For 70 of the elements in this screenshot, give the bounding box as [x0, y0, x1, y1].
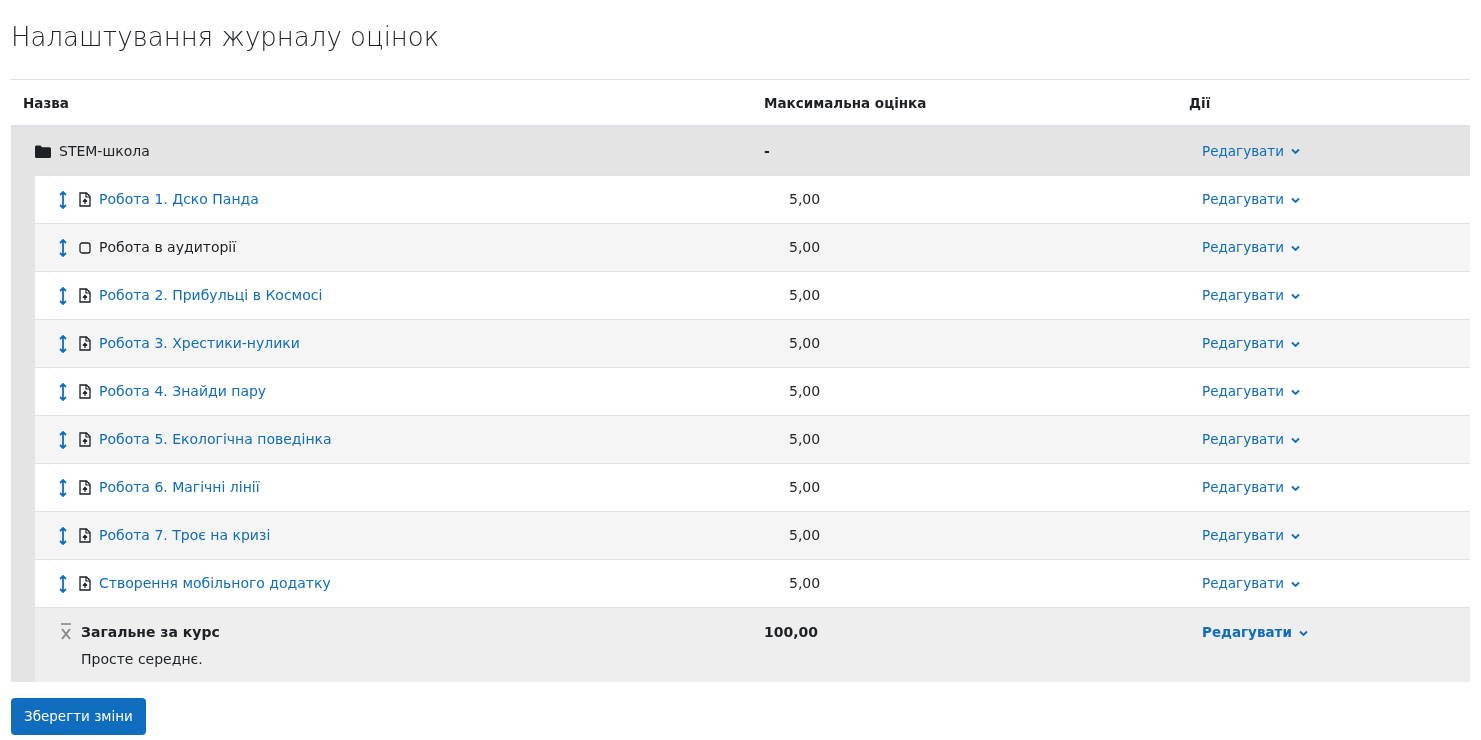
- max-grade: 5,00: [789, 575, 821, 592]
- grade-item-link[interactable]: Робота 2. Прибульці в Космосі: [99, 285, 323, 307]
- max-grade: 5,00: [789, 527, 821, 544]
- mean-icon: [59, 622, 73, 641]
- move-icon[interactable]: [59, 478, 67, 497]
- file-upload-icon: [79, 528, 91, 544]
- grade-item-name: Робота в аудиторії: [99, 238, 237, 258]
- column-header: Максимальна оцінка: [763, 94, 928, 114]
- grade-item-link[interactable]: Робота 6. Магічні лінії: [99, 477, 260, 499]
- max-grade: 5,00: [789, 431, 821, 448]
- column-header: Дії: [1188, 94, 1212, 114]
- category-name: STEM-школа: [59, 141, 150, 161]
- folder-icon: [35, 144, 51, 158]
- max-grade: -: [764, 142, 770, 159]
- grade-item-link[interactable]: Робота 7. Троє на кризі: [99, 525, 271, 547]
- move-icon[interactable]: [59, 526, 67, 545]
- file-upload-icon: [79, 384, 91, 400]
- file-upload-icon: [79, 432, 91, 448]
- column-header: Назва: [22, 94, 70, 114]
- edit-menu-link[interactable]: Редагувати: [1202, 622, 1308, 643]
- caret-icon[interactable]: [1291, 244, 1300, 251]
- caret-icon[interactable]: [1291, 388, 1300, 395]
- edit-menu-link[interactable]: Редагувати: [1202, 333, 1300, 354]
- caret-icon[interactable]: [1291, 340, 1300, 347]
- edit-menu-link[interactable]: Редагувати: [1202, 237, 1300, 258]
- caret-icon[interactable]: [1291, 436, 1300, 443]
- grade-item-link[interactable]: Створення мобільного додатку: [99, 573, 331, 595]
- move-icon[interactable]: [59, 286, 67, 305]
- move-icon[interactable]: [59, 334, 67, 353]
- grade-item-link[interactable]: Робота 4. Знайди пару: [99, 381, 267, 403]
- file-upload-icon: [79, 336, 91, 352]
- max-grade: 5,00: [789, 239, 821, 256]
- caret-icon[interactable]: [1291, 532, 1300, 539]
- file-upload-icon: [79, 576, 91, 592]
- max-grade: 5,00: [789, 335, 821, 352]
- total-name: Загальне за курс: [81, 623, 220, 643]
- save-button[interactable]: Зберегти зміни: [11, 698, 146, 735]
- move-icon[interactable]: [59, 238, 67, 257]
- page-title: Налаштування журналу оцінок: [11, 22, 441, 54]
- grade-item-link[interactable]: Робота 5. Екологічна поведінка: [99, 429, 332, 451]
- file-upload-icon: [79, 192, 91, 208]
- move-icon[interactable]: [59, 430, 67, 449]
- caret-icon[interactable]: [1291, 580, 1300, 587]
- square-icon: [79, 241, 91, 254]
- edit-menu-link[interactable]: Редагувати: [1202, 477, 1300, 498]
- edit-menu-link[interactable]: Редагувати: [1202, 140, 1300, 162]
- edit-menu-link[interactable]: Редагувати: [1202, 429, 1300, 450]
- edit-menu-link[interactable]: Редагувати: [1202, 285, 1300, 306]
- caret-icon[interactable]: [1291, 148, 1300, 155]
- move-icon[interactable]: [59, 382, 67, 401]
- file-upload-icon: [79, 480, 91, 496]
- edit-menu-link[interactable]: Редагувати: [1202, 189, 1300, 210]
- edit-menu-link[interactable]: Редагувати: [1202, 525, 1300, 546]
- move-icon[interactable]: [59, 574, 67, 593]
- move-icon[interactable]: [59, 190, 67, 209]
- caret-icon[interactable]: [1298, 629, 1308, 636]
- caret-icon[interactable]: [1291, 292, 1300, 299]
- edit-menu-link[interactable]: Редагувати: [1202, 381, 1300, 402]
- max-grade: 5,00: [789, 479, 821, 496]
- grade-item-link[interactable]: Робота 1. Дско Панда: [99, 189, 259, 211]
- max-grade: 100,00: [764, 624, 819, 641]
- grade-item-link[interactable]: Робота 3. Хрестики-нулики: [99, 333, 300, 355]
- caret-icon[interactable]: [1291, 196, 1300, 203]
- file-upload-icon: [79, 288, 91, 304]
- caret-icon[interactable]: [1291, 484, 1300, 491]
- edit-menu-link[interactable]: Редагувати: [1202, 573, 1300, 594]
- max-grade: 5,00: [789, 383, 821, 400]
- total-description: Просте середнє.: [81, 650, 204, 670]
- max-grade: 5,00: [789, 191, 821, 208]
- max-grade: 5,00: [789, 287, 821, 304]
